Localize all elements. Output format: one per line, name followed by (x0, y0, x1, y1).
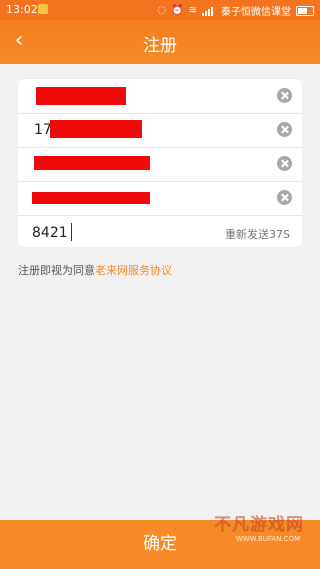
status-bar: 13:02 ◌ ⏰ ≋ 秦子恒微信课堂 (0, 0, 320, 20)
watermark-title: 不凡游戏网 (214, 515, 304, 535)
clear-circle-icon[interactable] (277, 88, 292, 103)
page-title: 注册 (143, 36, 177, 56)
registration-form: 17 重新发送37S (18, 79, 302, 247)
resend-code-button[interactable]: 重新发送37S (225, 226, 290, 242)
redacted-confirm-password (32, 192, 150, 204)
agreement-link[interactable]: 老来网服务协议 (95, 264, 172, 277)
wifi-icon: ≋ (188, 4, 197, 16)
app-header: ‹ 注册 (0, 20, 320, 64)
verification-code-input[interactable] (32, 223, 182, 243)
agreement-text: 注册即视为同意老来网服务协议 (18, 262, 172, 278)
clear-circle-icon[interactable] (277, 190, 292, 205)
status-right: ◌ ⏰ ≋ 秦子恒微信课堂 (157, 3, 314, 18)
battery-icon (296, 5, 314, 16)
confirm-password-row[interactable] (18, 181, 302, 216)
clear-circle-icon[interactable] (277, 156, 292, 171)
watermark-url: WWW.BUFAN.COM (235, 535, 300, 543)
redacted-username (36, 87, 126, 105)
username-row[interactable] (18, 79, 302, 114)
redacted-password (34, 156, 150, 170)
password-row[interactable] (18, 147, 302, 182)
app-notification-icon (38, 4, 48, 14)
signal-icon (202, 6, 216, 16)
carrier-name: 秦子恒微信课堂 (221, 7, 291, 18)
agreement-prefix: 注册即视为同意 (18, 264, 95, 277)
phone-row[interactable]: 17 (18, 113, 302, 148)
alarm-icon: ⏰ (171, 4, 184, 16)
redacted-phone (50, 120, 142, 138)
status-time: 13:02 (6, 3, 38, 16)
verification-code-row: 重新发送37S (18, 215, 302, 247)
mute-icon: ◌ (157, 4, 167, 16)
text-caret (71, 223, 72, 241)
clear-circle-icon[interactable] (277, 122, 292, 137)
